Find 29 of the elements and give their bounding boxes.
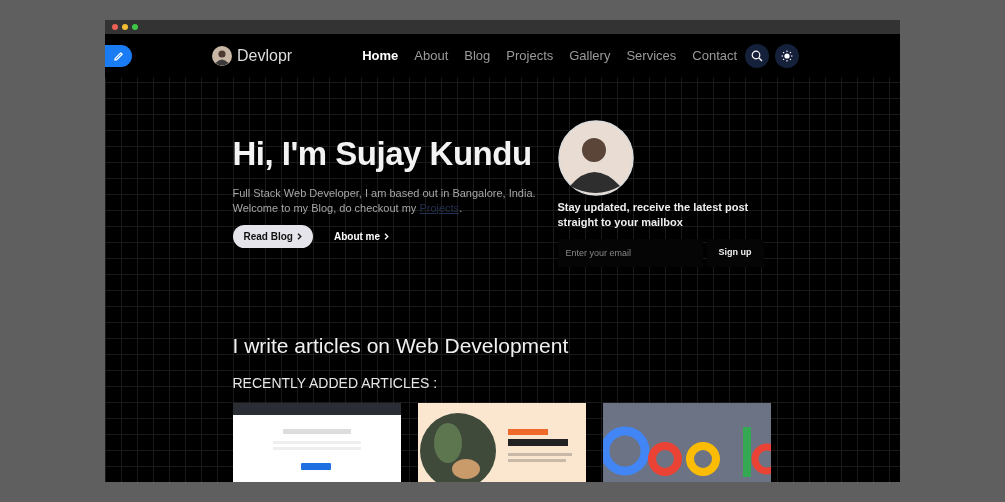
email-field[interactable]: Enter your email bbox=[557, 239, 703, 267]
section-heading: I write articles on Web Development bbox=[232, 333, 570, 359]
intro-text: Full Stack Web Developer, I am based out in Bangalore, India. Welcome to my Blog, do checkout my Projects. bbox=[232, 185, 537, 216]
subscribe-text: Stay updated, receive the latest post straight to your mailbox bbox=[557, 200, 750, 230]
nav-link[interactable]: Gallery bbox=[561, 46, 619, 66]
nav-link[interactable]: Contact bbox=[684, 46, 746, 66]
search-icon bbox=[751, 50, 764, 62]
section-subheading: RECENTLY ADDED ARTICLES : bbox=[232, 375, 439, 392]
maximize-dot[interactable] bbox=[132, 24, 138, 30]
theme-toggle-button[interactable] bbox=[775, 44, 800, 68]
minimize-dot[interactable] bbox=[122, 24, 128, 30]
chevron-icon bbox=[296, 232, 302, 240]
site-brand[interactable]: Devlopr bbox=[237, 44, 293, 68]
nav-link[interactable]: Services bbox=[618, 46, 685, 66]
read-blog-button[interactable]: Read Blog bbox=[232, 224, 313, 248]
nav-link[interactable]: Blog bbox=[456, 46, 499, 66]
close-dot[interactable] bbox=[112, 24, 118, 30]
pencil-icon bbox=[113, 50, 124, 62]
nav-link[interactable]: Home bbox=[354, 46, 407, 66]
avatar bbox=[212, 46, 232, 66]
sun-icon bbox=[781, 50, 794, 62]
nav-link[interactable]: Projects bbox=[498, 46, 562, 66]
chevron-icon bbox=[384, 232, 390, 240]
edit-button[interactable] bbox=[105, 45, 132, 67]
nav-link[interactable]: About bbox=[406, 46, 457, 66]
sign-up-button[interactable]: Sign up bbox=[706, 239, 764, 267]
about-button[interactable]: About me bbox=[333, 224, 390, 248]
hero-heading: Hi, I'm Sujay Kundu bbox=[232, 137, 533, 172]
search-button[interactable] bbox=[745, 44, 770, 68]
